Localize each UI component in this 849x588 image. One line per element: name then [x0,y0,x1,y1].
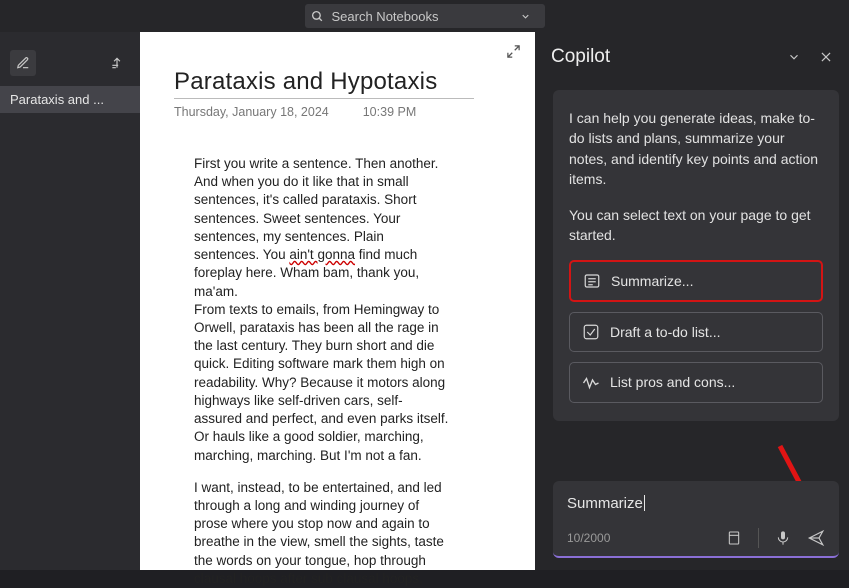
edit-icon [16,56,30,70]
sort-button[interactable] [104,50,130,76]
note-title[interactable]: Parataxis and Hypotaxis [174,68,474,99]
copilot-input-text: Summarize [567,495,643,512]
copilot-title: Copilot [551,46,610,68]
option-label: Summarize... [611,271,693,291]
copilot-input-row[interactable]: Summarize [567,495,825,512]
app-topbar: Search Notebooks [0,0,849,32]
new-page-button[interactable] [10,50,36,76]
fullscreen-button[interactable] [506,44,521,62]
copilot-card: I can help you generate ideas, make to-d… [553,90,839,421]
option-label: List pros and cons... [610,372,735,392]
chevron-down-icon[interactable] [520,11,531,22]
sort-icon [110,56,124,70]
list-icon [583,272,601,290]
note-time: 10:39 PM [363,105,417,119]
note-canvas[interactable]: Parataxis and Hypotaxis Thursday, Januar… [140,32,535,570]
copilot-input-box[interactable]: Summarize 10/2000 [553,481,839,558]
note-paragraph: I want, instead, to be entertained, and … [194,479,449,588]
spell-error[interactable]: ain't gonna [289,247,355,262]
search-placeholder: Search Notebooks [332,9,439,24]
mic-icon[interactable] [775,530,791,546]
search-icon [311,10,324,23]
copilot-option-summarize[interactable]: Summarize... [569,260,823,302]
page-sidebar: Parataxis and ... [0,32,140,570]
notebook-icon[interactable] [726,530,742,546]
send-icon[interactable] [807,529,825,547]
note-date: Thursday, January 18, 2024 [174,105,329,119]
copilot-hint: You can select text on your page to get … [569,205,823,246]
note-body[interactable]: First you write a sentence. Then another… [174,137,449,588]
char-count: 10/2000 [567,531,610,545]
note-paragraph: First you write a sentence. Then another… [194,155,449,465]
copilot-option-proscons[interactable]: List pros and cons... [569,362,823,402]
close-icon[interactable] [819,50,833,64]
copilot-header: Copilot [535,32,849,82]
copilot-option-todo[interactable]: Draft a to-do list... [569,312,823,352]
search-box[interactable]: Search Notebooks [305,4,545,28]
note-meta: Thursday, January 18, 2024 10:39 PM [174,99,509,137]
text-caret [644,495,645,511]
option-label: Draft a to-do list... [610,322,720,342]
divider [758,528,759,548]
sidebar-page-item[interactable]: Parataxis and ... [0,86,140,113]
sidebar-item-label: Parataxis and ... [10,92,104,107]
checkbox-icon [582,323,600,341]
copilot-intro: I can help you generate ideas, make to-d… [569,108,823,189]
expand-icon [506,44,521,59]
copilot-panel: Copilot I can help you generate ideas, m… [535,32,849,570]
chevron-down-icon[interactable] [787,50,801,64]
waveform-icon [582,374,600,392]
